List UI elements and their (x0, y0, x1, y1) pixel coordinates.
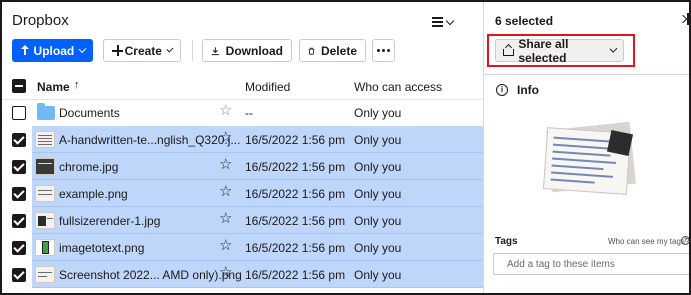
divider (484, 74, 689, 75)
details-panel: 6 selected Share all selected i Info Tag… (483, 2, 689, 293)
modified-date: 16/5/2022 1:56 pm (245, 133, 346, 147)
create-button[interactable]: Create (103, 39, 181, 62)
table-header: Name ↑ Modified Who can access (2, 72, 483, 100)
access-value: Only you (354, 133, 402, 147)
star-icon[interactable]: ☆ (219, 103, 232, 118)
column-access-header[interactable]: Who can access (354, 80, 442, 94)
row-checkbox[interactable] (12, 160, 26, 174)
modified-date: 16/5/2022 1:56 pm (245, 268, 346, 282)
file-name[interactable]: Screenshot 2022... AMD only).png (59, 268, 242, 282)
tag-input[interactable] (493, 253, 689, 275)
file-name[interactable]: imagetotext.png (59, 241, 144, 255)
image-thumbnail (35, 266, 55, 283)
row-checkbox[interactable] (12, 268, 26, 282)
plus-icon (112, 45, 123, 56)
access-value: Only you (354, 241, 402, 255)
star-icon[interactable]: ☆ (219, 184, 232, 199)
trash-icon (308, 47, 315, 55)
image-thumbnail (35, 131, 55, 148)
delete-label: Delete (320, 43, 357, 58)
info-icon: i (496, 84, 508, 96)
more-icon (377, 49, 380, 52)
access-value: Only you (354, 160, 402, 174)
file-name[interactable]: chrome.jpg (59, 160, 118, 174)
download-icon (211, 46, 219, 55)
create-label: Create (124, 43, 162, 58)
tags-heading: Tags (495, 236, 518, 247)
file-name[interactable]: fullsizerender-1.jpg (59, 214, 160, 228)
image-thumbnail (35, 239, 55, 256)
help-icon[interactable]: ? (681, 236, 689, 245)
access-value: Only you (354, 106, 402, 120)
modified-date: 16/5/2022 1:56 pm (245, 214, 346, 228)
collapse-panel-icon[interactable] (680, 13, 689, 25)
star-icon[interactable]: ☆ (219, 238, 232, 253)
file-browser: Dropbox Upload Create Download Delete Na… (2, 2, 483, 293)
dropbox-window: Dropbox Upload Create Download Delete Na… (0, 0, 691, 295)
row-checkbox[interactable] (12, 106, 26, 120)
column-name-header[interactable]: Name (37, 80, 70, 94)
modified-date: 16/5/2022 1:56 pm (245, 241, 346, 255)
access-value: Only you (354, 268, 402, 282)
table-row[interactable]: Documents ☆ -- Only you (2, 99, 483, 126)
table-row[interactable]: Screenshot 2022... AMD only).png ☆ 16/5/… (2, 261, 483, 288)
row-checkbox[interactable] (12, 187, 26, 201)
info-heading: Info (517, 83, 539, 97)
row-checkbox[interactable] (12, 241, 26, 255)
access-value: Only you (354, 187, 402, 201)
share-label: Share all selected (518, 36, 569, 65)
download-button[interactable]: Download (202, 39, 292, 62)
modified-date: -- (245, 106, 253, 120)
file-name[interactable]: example.png (59, 187, 128, 201)
upload-label: Upload (33, 43, 75, 58)
star-icon[interactable]: ☆ (219, 211, 232, 226)
share-all-selected-button[interactable]: Share all selected (495, 36, 624, 65)
table-row[interactable]: imagetotext.png ☆ 16/5/2022 1:56 pm Only… (2, 234, 483, 261)
table-row[interactable]: fullsizerender-1.jpg ☆ 16/5/2022 1:56 pm… (2, 207, 483, 234)
download-label: Download (225, 43, 283, 58)
folder-icon (37, 103, 55, 120)
page-title: Dropbox (12, 12, 69, 29)
file-name[interactable]: Documents (59, 106, 120, 120)
access-value: Only you (354, 214, 402, 228)
table-row[interactable]: A-handwritten-te...nglish_Q320.j... ☆ 16… (2, 126, 483, 153)
upload-icon (20, 45, 29, 56)
row-checkbox[interactable] (12, 214, 26, 228)
star-icon[interactable]: ☆ (219, 265, 232, 280)
modified-date: 16/5/2022 1:56 pm (245, 187, 346, 201)
selected-count: 6 selected (495, 14, 554, 28)
star-icon[interactable]: ☆ (219, 130, 232, 145)
image-thumbnail (35, 212, 55, 229)
chevron-down-icon (445, 16, 455, 25)
toolbar: Upload Create Download Delete (12, 39, 482, 62)
chevron-down-icon (609, 45, 618, 53)
view-toggle-button[interactable] (432, 14, 458, 30)
delete-button[interactable]: Delete (299, 39, 366, 62)
chevron-down-icon (78, 45, 87, 53)
more-button[interactable] (372, 39, 395, 62)
table-row[interactable]: example.png ☆ 16/5/2022 1:56 pm Only you (2, 180, 483, 207)
list-view-icon (432, 17, 443, 27)
upload-button[interactable]: Upload (12, 39, 93, 62)
select-all-checkbox[interactable] (12, 79, 26, 93)
tags-help-link[interactable]: Who can see my tags? (608, 237, 689, 246)
sort-arrow-icon[interactable]: ↑ (74, 79, 80, 91)
selection-preview-image (541, 121, 637, 195)
file-name[interactable]: A-handwritten-te...nglish_Q320.j... (59, 133, 240, 147)
image-thumbnail (35, 158, 55, 175)
column-modified-header[interactable]: Modified (245, 80, 290, 94)
image-thumbnail (35, 185, 55, 202)
chevron-down-icon (166, 45, 174, 53)
modified-date: 16/5/2022 1:56 pm (245, 160, 346, 174)
star-icon[interactable]: ☆ (219, 157, 232, 172)
share-icon (503, 45, 515, 56)
table-row[interactable]: chrome.jpg ☆ 16/5/2022 1:56 pm Only you (2, 153, 483, 180)
row-checkbox[interactable] (12, 133, 26, 147)
toolbar-divider (192, 40, 193, 61)
